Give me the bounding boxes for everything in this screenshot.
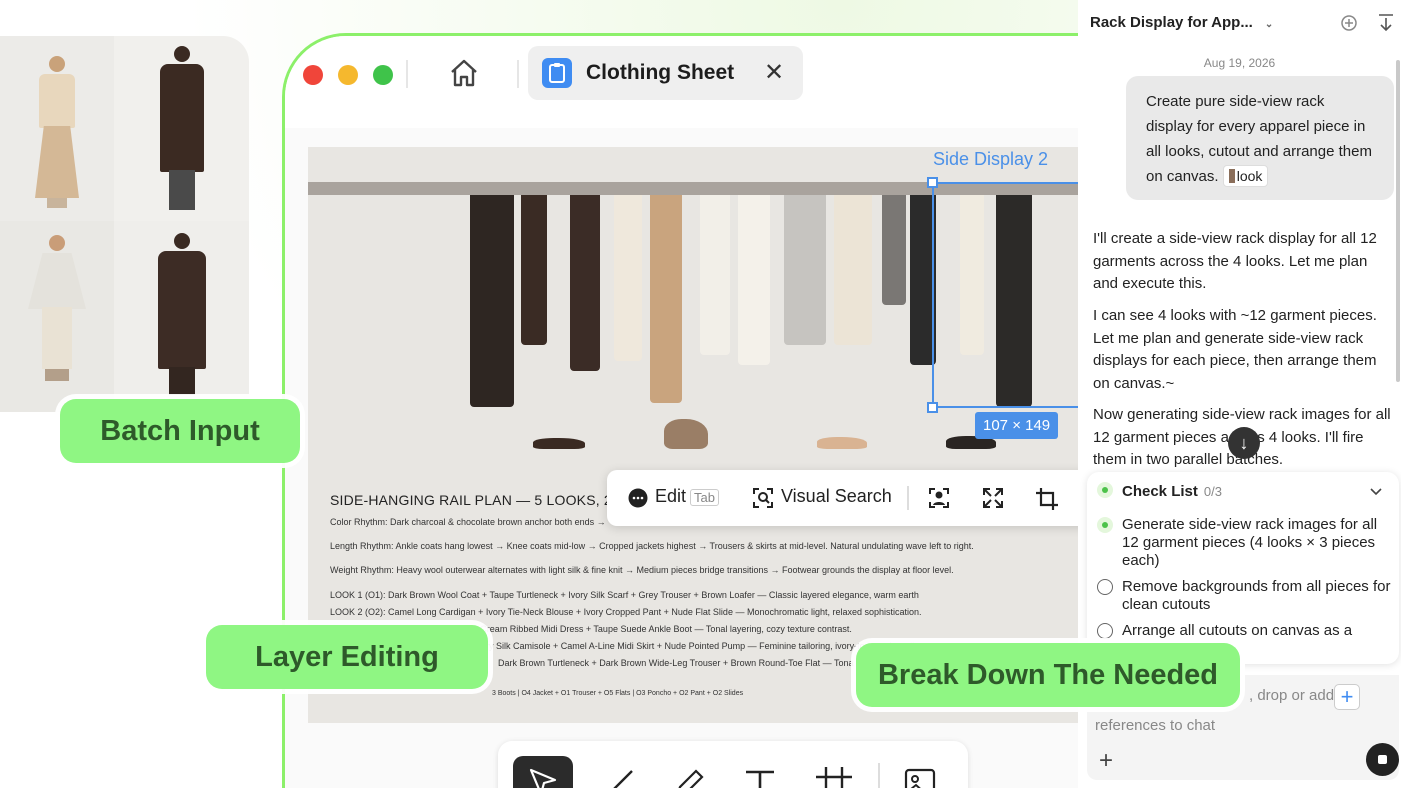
plan-title: SIDE-HANGING RAIL PLAN — 5 LOOKS, 20: [330, 492, 620, 508]
scroll-down-button[interactable]: ↓: [1228, 427, 1260, 459]
model-photo-1[interactable]: [0, 36, 114, 221]
chat-bubble-icon: [628, 488, 648, 508]
checklist-title-text: Check List: [1122, 483, 1198, 500]
model-photo-3[interactable]: [0, 221, 114, 412]
look-thumbnail-icon: [1228, 169, 1235, 183]
close-tab-icon[interactable]: ✕: [764, 58, 784, 87]
divider: [878, 763, 880, 788]
plan-footer: 3 Boots | O4 Jacket + O1 Trouser + O5 Fl…: [492, 690, 744, 697]
minimize-window-button[interactable]: [338, 65, 358, 85]
title-bar: Clothing Sheet ✕: [285, 36, 1112, 128]
garment[interactable]: [521, 195, 547, 345]
garment[interactable]: [700, 195, 730, 355]
edit-label: Edit: [655, 486, 687, 506]
plan-line: LOOK 2 (O2): Camel Long Cardigan + Ivory…: [330, 607, 922, 617]
checklist-item: Remove backgrounds from all pieces for c…: [1122, 578, 1391, 613]
stop-generation-button[interactable]: [1366, 743, 1399, 776]
input-placeholder: references to chat: [1095, 717, 1216, 734]
garment[interactable]: [738, 195, 770, 365]
selection-label: Side Display 2: [933, 149, 1049, 169]
chat-scrollbar[interactable]: [1396, 60, 1400, 382]
collapse-panel-icon[interactable]: [1377, 13, 1395, 33]
cursor-icon: [529, 768, 557, 788]
message-date: Aug 19, 2026: [1203, 56, 1276, 70]
plan-line: LOOK 1 (O1): Dark Brown Wool Coat + Taup…: [330, 590, 919, 600]
input-placeholder: , drop or add: [1249, 687, 1335, 704]
shoe[interactable]: [817, 437, 867, 449]
floating-toolbar: Edit Tab Visual Search: [607, 470, 1097, 526]
dimension-badge: 107 × 149: [975, 412, 1059, 439]
look-reference-chip[interactable]: look: [1222, 165, 1269, 187]
checklist-title: Check List 0/3: [1122, 483, 1222, 500]
checklist-count: 0/3: [1203, 484, 1222, 499]
home-icon[interactable]: [448, 58, 480, 88]
model-photo-2[interactable]: [114, 36, 249, 221]
label-layer-editing: Layer Editing: [206, 625, 488, 689]
title-text: Rack Display for App...: [1090, 14, 1253, 31]
resize-handle[interactable]: [927, 177, 938, 188]
checklist-checkbox[interactable]: [1097, 579, 1113, 595]
tab-title: Clothing Sheet: [586, 61, 735, 84]
divider: [517, 60, 519, 88]
visual-search-icon: [753, 488, 773, 508]
conversation-title[interactable]: Rack Display for App... ⌄: [1090, 14, 1273, 31]
plan-line: Length Rhythm: Ankle coats hang lowest →…: [330, 541, 974, 551]
new-chat-icon[interactable]: [1340, 14, 1358, 32]
checklist-item: Generate side-view rack images for all 1…: [1122, 516, 1378, 569]
garment[interactable]: [834, 195, 872, 345]
shoe[interactable]: [664, 419, 708, 449]
line-tool-icon[interactable]: [600, 765, 636, 788]
select-tool[interactable]: [513, 756, 573, 788]
maximize-window-button[interactable]: [373, 65, 393, 85]
in-progress-icon: [1097, 517, 1113, 533]
edit-button[interactable]: Edit Tab: [655, 486, 719, 507]
garment[interactable]: [784, 195, 826, 345]
plan-line: Color Rhythm: Dark charcoal & chocolate …: [330, 517, 606, 527]
chip-label: look: [1236, 168, 1263, 184]
resize-handle[interactable]: [927, 402, 938, 413]
model-photo-4[interactable]: [114, 221, 249, 412]
add-reference-button[interactable]: +: [1334, 684, 1360, 710]
clipboard-icon: [542, 58, 572, 88]
chevron-down-icon[interactable]: ⌄: [1265, 19, 1273, 30]
close-window-button[interactable]: [303, 65, 323, 85]
checklist-checkbox[interactable]: [1097, 623, 1113, 639]
checklist-item: Arrange all cutouts on canvas as a: [1122, 622, 1353, 639]
garment[interactable]: [882, 195, 906, 305]
batch-input-photos: [0, 36, 249, 412]
visual-search-button[interactable]: Visual Search: [781, 486, 892, 507]
label-batch-input: Batch Input: [60, 399, 300, 463]
garment[interactable]: [614, 195, 642, 361]
divider: [406, 60, 408, 88]
status-dot-icon: [1097, 482, 1113, 498]
garment[interactable]: [570, 195, 600, 371]
person-select-icon[interactable]: [927, 486, 951, 510]
assistant-paragraph: I can see 4 looks with ~12 garment piece…: [1093, 307, 1377, 392]
crop-icon[interactable]: [1034, 486, 1060, 512]
user-message: Create pure side-view rack display for e…: [1126, 76, 1394, 200]
plan-line: Dark Brown Turtleneck + Dark Brown Wide-…: [498, 658, 854, 668]
plan-line: Weight Rhythm: Heavy wool outerwear alte…: [330, 565, 954, 575]
tab-shortcut: Tab: [690, 489, 719, 506]
frame-tool-icon[interactable]: [816, 767, 852, 788]
pencil-icon[interactable]: [670, 765, 706, 788]
garment[interactable]: [650, 195, 682, 403]
chevron-down-icon[interactable]: [1369, 484, 1383, 498]
divider: [907, 486, 909, 510]
garment[interactable]: [470, 195, 514, 407]
bottom-toolbar: [498, 741, 968, 788]
expand-icon[interactable]: [981, 486, 1005, 510]
shoe[interactable]: [533, 438, 585, 449]
label-break-down: Break Down The Needed: [856, 643, 1240, 707]
assistant-paragraph: I'll create a side-view rack display for…: [1093, 230, 1377, 292]
attach-plus-icon[interactable]: +: [1099, 747, 1113, 775]
image-tool-icon[interactable]: [903, 767, 937, 788]
tab-clothing-sheet[interactable]: Clothing Sheet ✕: [528, 46, 803, 100]
checklist-card: Check List 0/3 Generate side-view rack im…: [1087, 472, 1399, 664]
text-tool-icon[interactable]: [743, 767, 777, 788]
